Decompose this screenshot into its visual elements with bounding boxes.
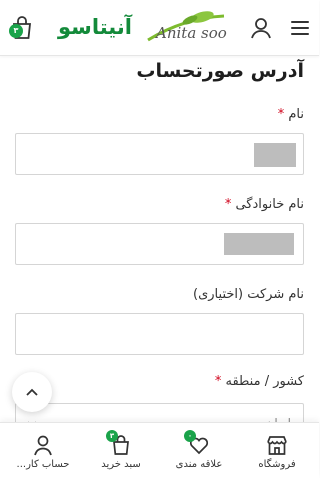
nav-item-account[interactable]: حساب کار... [8,423,78,478]
nav-item-shop[interactable]: فروشگاه [242,423,312,478]
nav-item-label: حساب کار... [16,459,70,470]
nav-item-label: سبد خرید [101,459,141,470]
cart-count-badge: ۳ [9,24,23,38]
account-icon[interactable] [249,16,273,40]
country-label: کشور / منطقه * [214,374,304,389]
site-header: آنیتاسو Anita soo ۳ [0,0,319,56]
last-name-label: نام خانوادگی * [224,197,304,212]
company-field[interactable] [15,313,304,355]
chevron-up-icon [26,388,38,396]
first-name-label: نام * [277,107,304,122]
redacted-last-name [224,233,294,255]
header-cart-button[interactable]: ۳ [8,14,34,42]
nav-item-label: علاقه مندی [175,459,223,470]
site-logo[interactable]: آنیتاسو Anita soo [58,8,228,48]
bottom-navigation: فروشگاه ۰ علاقه مندی ۳ سبد خرید حساب کار… [0,422,319,478]
redacted-first-name [254,143,296,167]
nav-item-wishlist[interactable]: ۰ علاقه مندی [164,423,234,478]
logo-mark: Anita soo [147,11,227,42]
menu-icon[interactable] [289,20,309,36]
wishlist-count-badge: ۰ [184,430,196,442]
nav-item-cart[interactable]: ۳ سبد خرید [86,423,156,478]
user-icon [34,435,52,456]
nav-item-label: فروشگاه [258,459,296,470]
billing-section-title: آدرس صورتحساب [136,60,304,82]
company-label: نام شرکت (اختیاری) [193,287,304,302]
scroll-to-top-button[interactable] [12,372,52,412]
logo-text: آنیتاسو [58,15,132,39]
cart-count-badge: ۳ [106,430,118,442]
logo-mark-text: Anita soo [154,24,227,42]
store-icon [267,436,287,455]
